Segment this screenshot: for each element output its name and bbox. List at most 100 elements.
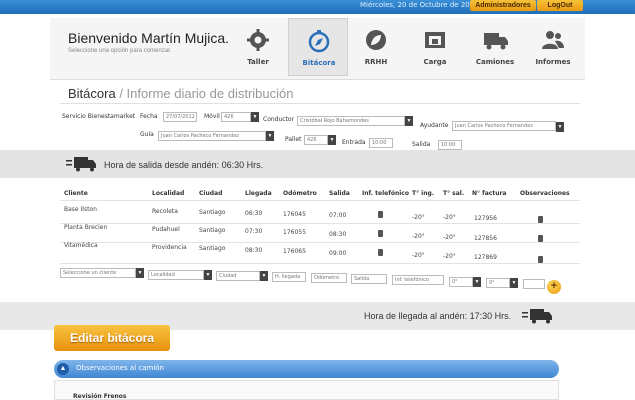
divider xyxy=(60,242,580,243)
page-title: Bitácora / Informe diario de distribució… xyxy=(68,86,293,101)
add-row-button[interactable]: + xyxy=(547,280,561,294)
compass-icon xyxy=(308,30,330,53)
chevron-down-icon[interactable]: ▼ xyxy=(204,270,212,280)
gear-icon xyxy=(247,29,269,51)
conductor-select[interactable]: Cristóbal Rojo Bahamondes xyxy=(297,116,405,126)
logout-button[interactable]: LogOut xyxy=(537,0,583,11)
cell-salida: 07:00 xyxy=(329,212,347,219)
col-ciudad: Ciudad xyxy=(199,190,223,197)
new-salida-input[interactable]: Salida xyxy=(351,274,387,284)
chevron-down-icon[interactable]: ▼ xyxy=(556,122,564,132)
col-t-sal: T° sal. xyxy=(443,190,465,197)
users-icon xyxy=(542,31,564,49)
cell-localidad: Recoleta xyxy=(152,208,178,215)
entrada-label: Entrada xyxy=(342,139,366,146)
top-bar: Miércoles, 20 de Octubre de 2012 Adminis… xyxy=(0,0,635,14)
cell-t-ing: -20° xyxy=(412,233,425,240)
chevron-up-icon[interactable]: ▲ xyxy=(57,363,69,375)
salida-input[interactable]: 10:00 xyxy=(438,140,462,150)
cell-ciudad: Santiago xyxy=(199,245,226,252)
chevron-down-icon[interactable]: ▼ xyxy=(405,116,413,126)
col-odometro: Odómetro xyxy=(283,190,317,197)
note-icon[interactable] xyxy=(538,235,543,242)
cell-t-sal: -20° xyxy=(443,234,456,241)
admin-button[interactable]: Administradores xyxy=(470,0,536,11)
col-localidad: Localidad xyxy=(152,190,185,197)
nav-taller[interactable]: Taller xyxy=(228,18,288,76)
accordion-item: Revisión Frenos xyxy=(73,393,127,400)
phone-icon[interactable] xyxy=(378,230,383,237)
page-title-main: Bitácora xyxy=(68,86,116,101)
chevron-down-icon[interactable]: ▼ xyxy=(260,271,268,281)
movil-label: Móvil xyxy=(204,113,220,120)
cell-t-sal: -20° xyxy=(443,253,456,260)
phone-icon[interactable] xyxy=(378,249,383,256)
cell-t-sal: -20° xyxy=(443,214,456,221)
fecha-input[interactable]: 27/07/2012 xyxy=(163,112,197,122)
col-salida: Salida xyxy=(329,190,350,197)
nav-bitacora[interactable]: Bitácora xyxy=(288,18,348,76)
new-localidad-select[interactable]: Localidad xyxy=(148,270,204,280)
pallet-label: Pallet xyxy=(285,136,302,143)
divider xyxy=(60,263,580,264)
guia-select[interactable]: Juan Carlos Pacheco Fernandez xyxy=(158,131,266,141)
new-ciudad-select[interactable]: Ciudad xyxy=(216,271,260,281)
col-llegada: Llegada xyxy=(245,190,272,197)
chevron-down-icon[interactable]: ▼ xyxy=(473,277,481,287)
welcome-subtitle: Seleccione una opción para comenzar. xyxy=(68,48,172,54)
new-t-ing-select[interactable]: 0° xyxy=(449,277,473,287)
nav-rrhh[interactable]: RRHH xyxy=(346,18,406,76)
new-cliente-select[interactable]: Seleccione un cliente xyxy=(60,268,136,278)
phone-icon[interactable] xyxy=(378,211,383,218)
current-date: Miércoles, 20 de Octubre de 2012 xyxy=(360,1,479,9)
nav-label: Informes xyxy=(535,58,571,66)
cell-localidad: Pudahuel xyxy=(152,226,180,233)
cell-localidad: Providencia xyxy=(152,244,187,251)
ayudante-label: Ayudante xyxy=(420,122,449,129)
truck-icon xyxy=(66,157,96,172)
chevron-down-icon[interactable]: ▼ xyxy=(266,131,274,141)
nav-label: Carga xyxy=(423,58,447,66)
nav-camiones[interactable]: Camiones xyxy=(465,18,525,76)
cell-factura: 127856 xyxy=(474,235,497,242)
new-factura-input[interactable] xyxy=(523,279,545,289)
fecha-label: Fecha xyxy=(140,113,158,120)
nav-informes[interactable]: Informes xyxy=(523,18,583,76)
cell-llegada: 06:30 xyxy=(245,210,263,217)
chevron-down-icon[interactable]: ▼ xyxy=(251,112,259,122)
new-llegada-input[interactable]: H. llegada xyxy=(272,272,306,282)
chevron-down-icon[interactable]: ▼ xyxy=(136,268,144,278)
note-icon[interactable] xyxy=(538,216,543,223)
divider xyxy=(60,223,580,224)
col-inf-telefonico: Inf. telefónico xyxy=(362,190,409,197)
col-cliente: Cliente xyxy=(64,190,88,197)
cargo-icon xyxy=(425,32,445,48)
accordion-body: Revisión Frenos xyxy=(54,380,559,400)
chevron-down-icon[interactable]: ▼ xyxy=(328,135,336,145)
leaf-icon xyxy=(366,30,386,50)
new-inf-input[interactable]: Inf. telefónico xyxy=(392,275,444,285)
salida-label: Salida xyxy=(412,141,431,148)
new-t-sal-select[interactable]: 0° xyxy=(486,278,510,288)
entrada-input[interactable]: 10:00 xyxy=(369,138,393,148)
chevron-down-icon[interactable]: ▼ xyxy=(510,278,518,288)
cell-cliente: Planta Brecien xyxy=(64,224,108,231)
note-icon[interactable] xyxy=(538,256,543,263)
cell-llegada: 07:30 xyxy=(245,228,263,235)
movil-select[interactable]: 426 xyxy=(221,112,251,122)
ayudante-select[interactable]: Juan Carlos Pacheco Fernandez xyxy=(452,121,556,131)
col-t-ing: T° ing. xyxy=(412,190,435,197)
welcome-title: Bienvenido Martín Mujica. xyxy=(68,30,230,46)
cell-llegada: 08:30 xyxy=(245,247,263,254)
new-odometro-input[interactable]: Odómetro xyxy=(311,273,347,283)
cell-salida: 09:00 xyxy=(329,250,347,257)
cell-cliente: Vitamédica xyxy=(64,242,98,249)
cell-factura: 127956 xyxy=(474,215,497,222)
edit-bitacora-button[interactable]: Editar bitácora xyxy=(54,325,170,351)
nav-carga[interactable]: Carga xyxy=(405,18,465,76)
pallet-select[interactable]: 426 xyxy=(304,135,328,145)
accordion-title: Observaciones al camión xyxy=(76,364,164,372)
observaciones-accordion[interactable]: ▲ Observaciones al camión xyxy=(54,360,559,378)
col-observaciones: Observaciones xyxy=(520,190,570,197)
cell-odometro: 176055 xyxy=(283,229,306,236)
